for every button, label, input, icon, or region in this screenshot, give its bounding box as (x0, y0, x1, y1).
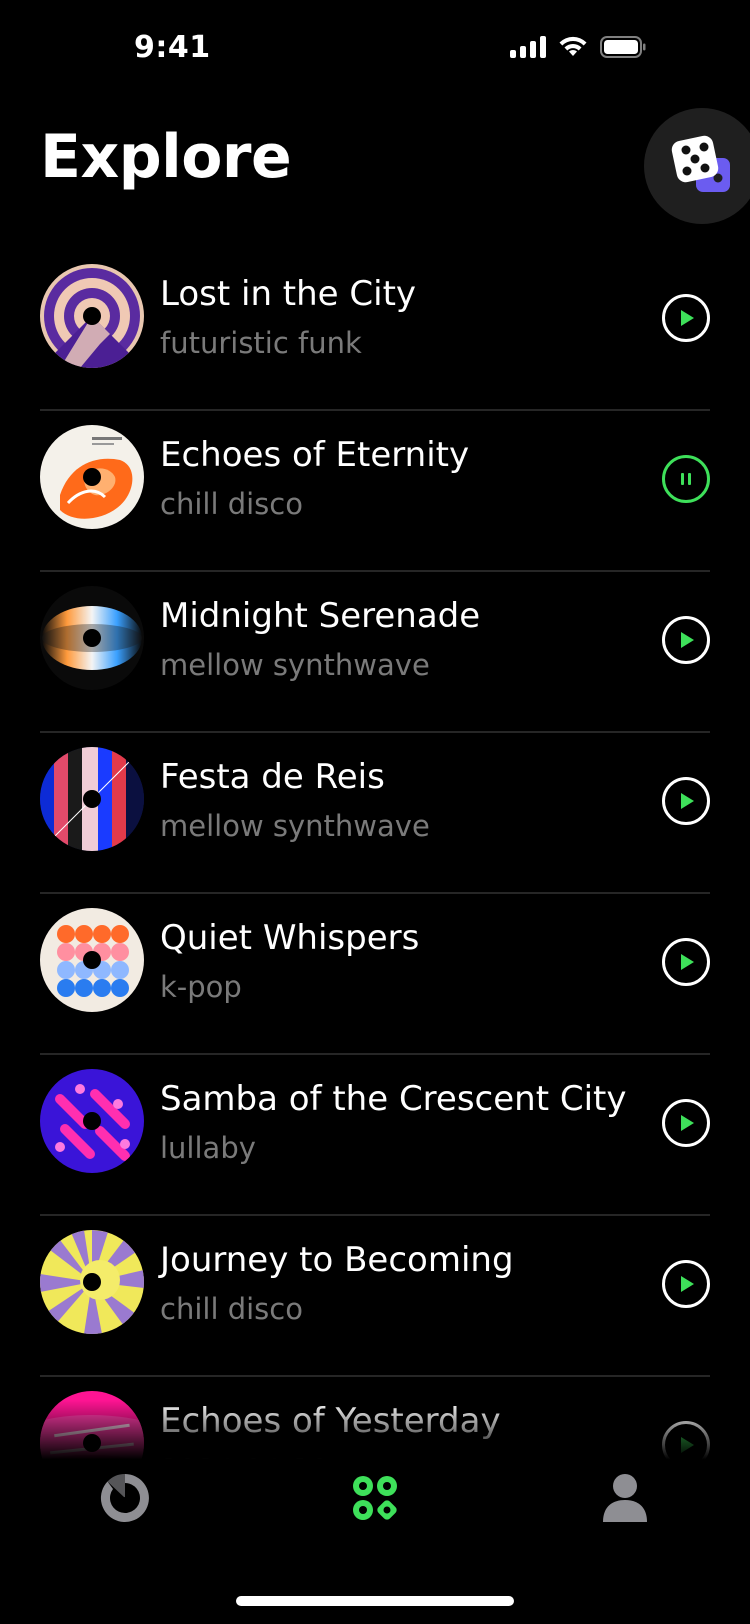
song-row[interactable]: Lost in the City futuristic funk (40, 250, 710, 411)
status-time: 9:41 (134, 30, 211, 65)
play-icon (681, 310, 694, 326)
album-cover (40, 425, 144, 529)
play-icon (681, 1276, 694, 1292)
song-title: Journey to Becoming (160, 1240, 514, 1280)
song-title: Samba of the Crescent City (160, 1079, 627, 1119)
person-icon (603, 1474, 647, 1522)
tab-discover[interactable] (95, 1468, 155, 1528)
song-title: Lost in the City (160, 274, 417, 314)
album-cover (40, 1230, 144, 1334)
album-cover (40, 1069, 144, 1173)
song-genre: mellow synthwave (160, 809, 430, 843)
song-title: Quiet Whispers (160, 918, 420, 958)
play-icon (681, 1437, 694, 1453)
song-genre: mellow synthwave (160, 648, 430, 682)
album-cover (40, 264, 144, 368)
play-button[interactable] (662, 938, 710, 986)
play-button[interactable] (662, 294, 710, 342)
home-indicator (236, 1596, 514, 1606)
album-cover (40, 586, 144, 690)
song-genre: 2024-04-28 (160, 1453, 329, 1460)
album-cover (40, 908, 144, 1012)
song-title: Echoes of Yesterday (160, 1401, 501, 1441)
album-cover (40, 747, 144, 851)
play-icon (681, 793, 694, 809)
song-title: Echoes of Eternity (160, 435, 470, 475)
play-button[interactable] (662, 616, 710, 664)
song-genre: k-pop (160, 970, 242, 1004)
song-row[interactable]: Echoes of Yesterday 2024-04-28 (40, 1377, 710, 1460)
song-row[interactable]: Journey to Becoming chill disco (40, 1216, 710, 1377)
song-title: Midnight Serenade (160, 596, 481, 636)
song-genre: futuristic funk (160, 326, 362, 360)
dice-icon (671, 135, 730, 192)
pause-icon (681, 473, 691, 485)
play-button[interactable] (662, 1421, 710, 1460)
play-icon (681, 1115, 694, 1131)
play-icon (681, 954, 694, 970)
song-list[interactable]: Lost in the City futuristic funk Echoes … (40, 250, 710, 1460)
vinyl-icon (100, 1473, 149, 1522)
song-row[interactable]: Quiet Whispers k-pop (40, 894, 710, 1055)
song-row[interactable]: Echoes of Eternity chill disco (40, 411, 710, 572)
tab-explore[interactable] (345, 1468, 405, 1528)
battery-icon (600, 36, 646, 58)
pause-button[interactable] (662, 455, 710, 503)
song-genre: chill disco (160, 487, 303, 521)
play-button[interactable] (662, 777, 710, 825)
song-row[interactable]: Samba of the Crescent City lullaby (40, 1055, 710, 1216)
cellular-signal-icon (510, 36, 546, 58)
explore-grid-icon (353, 1476, 397, 1520)
song-genre: chill disco (160, 1292, 303, 1326)
tab-profile[interactable] (595, 1468, 655, 1528)
play-button[interactable] (662, 1260, 710, 1308)
status-icons (510, 36, 646, 58)
song-genre: lullaby (160, 1131, 256, 1165)
play-button[interactable] (662, 1099, 710, 1147)
shuffle-button[interactable] (644, 108, 750, 224)
play-icon (681, 632, 694, 648)
status-bar: 9:41 (0, 0, 750, 96)
song-title: Festa de Reis (160, 757, 385, 797)
song-row[interactable]: Festa de Reis mellow synthwave (40, 733, 710, 894)
album-cover (40, 1391, 144, 1460)
page-title: Explore (40, 122, 292, 192)
wifi-icon (558, 36, 588, 58)
song-row[interactable]: Midnight Serenade mellow synthwave (40, 572, 710, 733)
tab-bar (0, 1468, 750, 1588)
